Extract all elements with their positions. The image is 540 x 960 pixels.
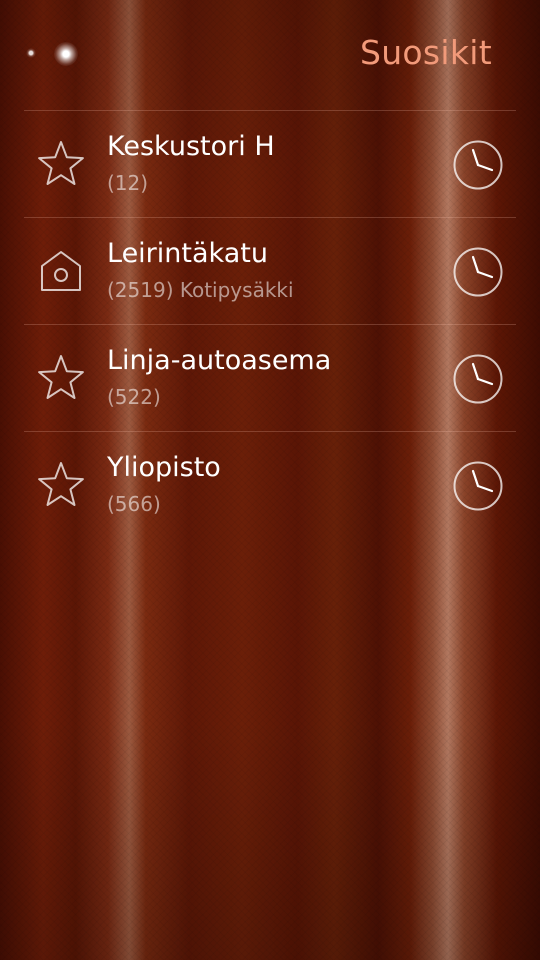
page-title: Suosikit	[359, 33, 492, 72]
stop-name: Yliopisto	[107, 452, 221, 483]
page-indicator-active-dot-icon	[54, 42, 78, 66]
clock-icon[interactable]	[452, 353, 504, 405]
stop-detail: (566)	[107, 492, 161, 516]
star-icon[interactable]	[36, 460, 86, 510]
star-icon[interactable]	[36, 353, 86, 403]
star-icon[interactable]	[36, 139, 86, 189]
stop-name: Leirintäkatu	[107, 238, 268, 269]
favorite-row-linja-autoasema[interactable]: Linja-autoasema (522)	[24, 324, 516, 431]
favorite-row-keskustori-h[interactable]: Keskustori H (12)	[24, 110, 516, 217]
stop-name: Keskustori H	[107, 131, 275, 162]
app-screen: Suosikit Keskustori H (12) Leirintäkatu …	[0, 0, 540, 960]
stop-name: Linja-autoasema	[107, 345, 332, 376]
pulley-menu-indicator[interactable]	[22, 38, 92, 72]
clock-icon[interactable]	[452, 139, 504, 191]
clock-icon[interactable]	[452, 246, 504, 298]
favorite-row-yliopisto[interactable]: Yliopisto (566)	[24, 431, 516, 538]
home-icon[interactable]	[36, 246, 86, 296]
stop-detail: (2519) Kotipysäkki	[107, 278, 294, 302]
stop-detail: (522)	[107, 385, 161, 409]
page-indicator-dot-icon	[26, 48, 36, 58]
clock-icon[interactable]	[452, 460, 504, 512]
stop-detail: (12)	[107, 171, 149, 195]
favorites-list: Keskustori H (12) Leirintäkatu (2519) Ko…	[24, 110, 516, 538]
favorite-row-leirintakatu[interactable]: Leirintäkatu (2519) Kotipysäkki	[24, 217, 516, 324]
